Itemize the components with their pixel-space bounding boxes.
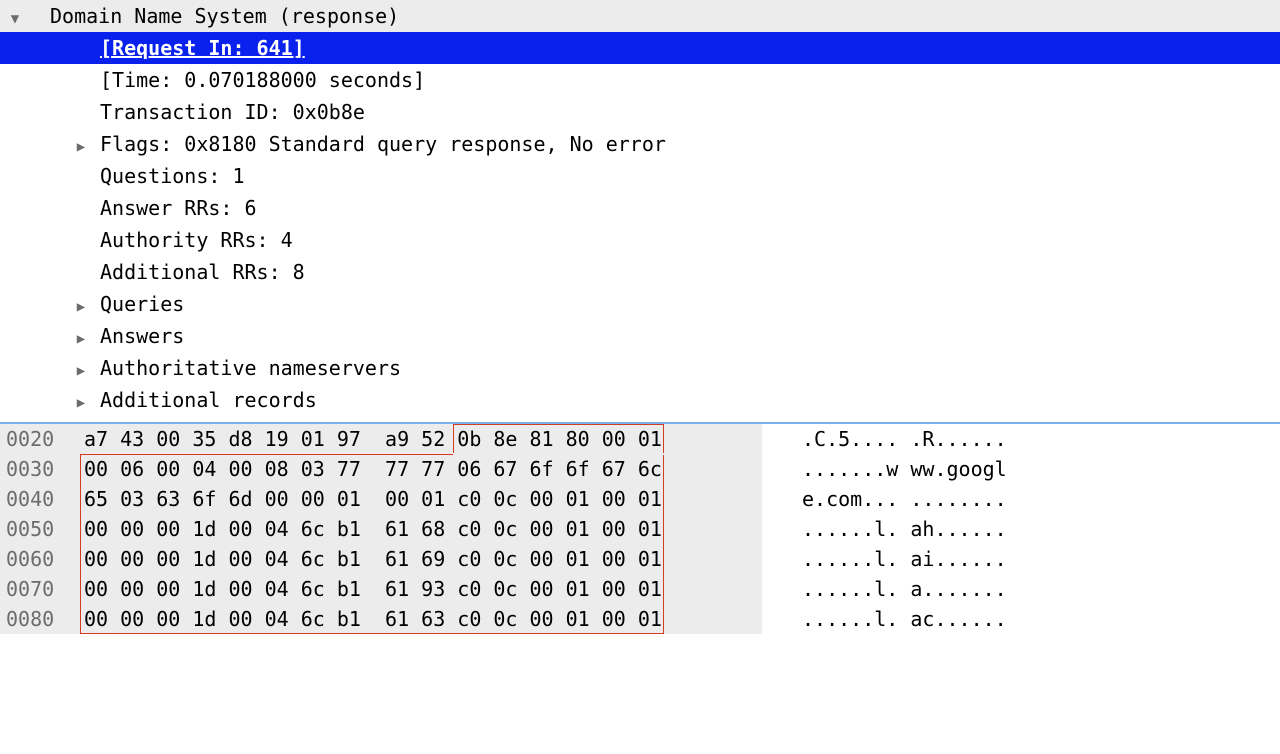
- hex-row[interactable]: 0020a7 43 00 35 d8 19 01 97 a9 52 0b 8e …: [0, 424, 1280, 454]
- tree-label: Authority RRs: 4: [0, 225, 293, 255]
- hex-row[interactable]: 004065 03 63 6f 6d 00 00 01 00 01 c0 0c …: [0, 484, 1280, 514]
- hex-offset: 0080: [0, 604, 72, 634]
- tree-label: Answer RRs: 6: [0, 193, 257, 223]
- tree-node-additional-records[interactable]: Additional records: [0, 384, 1280, 416]
- tree-node-authoritative-nameservers[interactable]: Authoritative nameservers: [0, 352, 1280, 384]
- hex-row[interactable]: 003000 06 00 04 00 08 03 77 77 77 06 67 …: [0, 454, 1280, 484]
- chevron-right-icon[interactable]: [72, 137, 90, 158]
- hex-offset: 0020: [0, 424, 72, 454]
- hex-ascii: ......l. ai......: [762, 544, 1007, 574]
- hex-ascii: ......l. a.......: [762, 574, 1007, 604]
- tree-label: [Time: 0.070188000 seconds]: [0, 65, 425, 95]
- chevron-right-icon[interactable]: [72, 393, 90, 414]
- tree-label: Answers: [100, 321, 184, 351]
- tree-node-flags[interactable]: Flags: 0x8180 Standard query response, N…: [0, 128, 1280, 160]
- hex-bytes[interactable]: 00 00 00 1d 00 04 6c b1 61 63 c0 0c 00 0…: [72, 604, 762, 634]
- chevron-right-icon[interactable]: [72, 361, 90, 382]
- hex-row[interactable]: 005000 00 00 1d 00 04 6c b1 61 68 c0 0c …: [0, 514, 1280, 544]
- tree-label: [Request In: 641]: [0, 33, 305, 63]
- hex-bytes[interactable]: a7 43 00 35 d8 19 01 97 a9 52 0b 8e 81 8…: [72, 424, 762, 454]
- packet-bytes-pane: 0020a7 43 00 35 d8 19 01 97 a9 52 0b 8e …: [0, 422, 1280, 634]
- hex-bytes[interactable]: 00 00 00 1d 00 04 6c b1 61 93 c0 0c 00 0…: [72, 574, 762, 604]
- highlight-join: [453, 453, 664, 455]
- tree-label: Additional RRs: 8: [0, 257, 305, 287]
- tree-node-questions[interactable]: Questions: 1: [0, 160, 1280, 192]
- tree-node-dns[interactable]: Domain Name System (response): [0, 0, 1280, 32]
- chevron-right-icon[interactable]: [72, 329, 90, 350]
- tree-node-queries[interactable]: Queries: [0, 288, 1280, 320]
- hex-ascii: .......w ww.googl: [762, 454, 1007, 484]
- tree-label: Questions: 1: [0, 161, 245, 191]
- hex-bytes[interactable]: 00 00 00 1d 00 04 6c b1 61 69 c0 0c 00 0…: [72, 544, 762, 574]
- tree-label: Flags: 0x8180 Standard query response, N…: [100, 129, 666, 159]
- hex-offset: 0030: [0, 454, 72, 484]
- tree-label: Authoritative nameservers: [100, 353, 401, 383]
- hex-bytes[interactable]: 00 06 00 04 00 08 03 77 77 77 06 67 6f 6…: [72, 454, 762, 484]
- tree-label: Additional records: [100, 385, 317, 415]
- tree-label: Transaction ID: 0x0b8e: [0, 97, 365, 127]
- tree-node-additional-rrs[interactable]: Additional RRs: 8: [0, 256, 1280, 288]
- chevron-right-icon[interactable]: [72, 297, 90, 318]
- hex-ascii: ......l. ac......: [762, 604, 1007, 634]
- hex-bytes[interactable]: 00 00 00 1d 00 04 6c b1 61 68 c0 0c 00 0…: [72, 514, 762, 544]
- tree-label: Queries: [100, 289, 184, 319]
- hex-row[interactable]: 008000 00 00 1d 00 04 6c b1 61 63 c0 0c …: [0, 604, 1280, 634]
- tree-node-request-in[interactable]: [Request In: 641]: [0, 32, 1280, 64]
- hex-offset: 0050: [0, 514, 72, 544]
- tree-node-answers[interactable]: Answers: [0, 320, 1280, 352]
- hex-offset: 0060: [0, 544, 72, 574]
- hex-bytes[interactable]: 65 03 63 6f 6d 00 00 01 00 01 c0 0c 00 0…: [72, 484, 762, 514]
- tree-label: Domain Name System (response): [50, 1, 399, 31]
- hex-ascii: .C.5.... .R......: [762, 424, 1007, 454]
- hex-offset: 0040: [0, 484, 72, 514]
- hex-ascii: e.com... ........: [762, 484, 1007, 514]
- chevron-down-icon[interactable]: [6, 9, 24, 30]
- packet-details-tree: Domain Name System (response) [Request I…: [0, 0, 1280, 422]
- tree-node-authority-rrs[interactable]: Authority RRs: 4: [0, 224, 1280, 256]
- hex-row[interactable]: 006000 00 00 1d 00 04 6c b1 61 69 c0 0c …: [0, 544, 1280, 574]
- tree-node-transaction-id[interactable]: Transaction ID: 0x0b8e: [0, 96, 1280, 128]
- hex-offset: 0070: [0, 574, 72, 604]
- hex-row[interactable]: 007000 00 00 1d 00 04 6c b1 61 93 c0 0c …: [0, 574, 1280, 604]
- hex-ascii: ......l. ah......: [762, 514, 1007, 544]
- tree-node-time[interactable]: [Time: 0.070188000 seconds]: [0, 64, 1280, 96]
- tree-node-answer-rrs[interactable]: Answer RRs: 6: [0, 192, 1280, 224]
